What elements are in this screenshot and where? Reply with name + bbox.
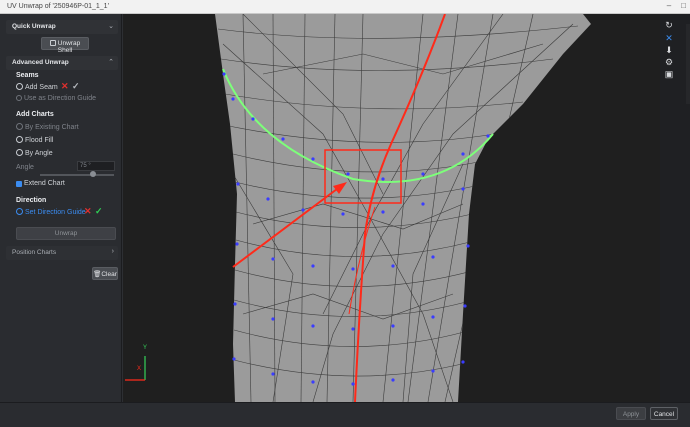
radio-icon: [16, 95, 22, 101]
uv-unwrap-window: UV Unwrap of '250946P-01_1_1' – □ Quick …: [0, 0, 690, 427]
window-title: UV Unwrap of '250946P-01_1_1': [7, 3, 109, 10]
flood-fill-icon: [16, 136, 23, 143]
use-direction-guide-option[interactable]: Use as Direction Guide: [16, 95, 96, 102]
add-charts-title: Add Charts: [16, 111, 54, 118]
angle-label: Angle: [16, 164, 34, 171]
apply-button[interactable]: Apply: [616, 407, 646, 420]
advanced-unwrap-header[interactable]: Advanced Unwrap ⌃: [6, 56, 118, 70]
chevron-down-icon[interactable]: ⌄: [108, 22, 114, 30]
clear-label: Clear: [101, 271, 117, 278]
y-axis-label: Y: [143, 345, 148, 351]
direction-guide-icon: [16, 208, 23, 215]
cancel-seam-icon[interactable]: ✕: [61, 81, 69, 92]
minimize-icon[interactable]: –: [667, 1, 671, 10]
position-charts-title: Position Charts: [12, 249, 57, 256]
cancel-direction-icon[interactable]: ✕: [84, 206, 92, 217]
window-controls: – □: [667, 1, 686, 10]
unwrap-shell-label: Unwrap Shell: [57, 40, 81, 54]
mesh-render: [125, 14, 591, 402]
clear-button[interactable]: 🗑Clear: [92, 267, 118, 280]
unwrap-panel: Quick Unwrap ⌄ Unwrap Shell Advanced Unw…: [0, 14, 122, 427]
chevron-up-icon[interactable]: ⌃: [108, 58, 114, 66]
gear-icon[interactable]: ⚙: [664, 57, 674, 67]
fit-view-icon[interactable]: ✕: [664, 33, 674, 43]
by-angle-tool[interactable]: By Angle: [16, 149, 53, 157]
flood-fill-label: Flood Fill: [25, 137, 54, 144]
shell-icon: [49, 40, 56, 46]
by-existing-chart-tool[interactable]: By Existing Chart: [16, 123, 79, 131]
set-direction-guide-tool[interactable]: Set Direction Guide: [16, 208, 86, 216]
maximize-icon[interactable]: □: [681, 1, 686, 10]
background-panel-fragment: [686, 24, 690, 104]
x-axis-label: X: [137, 366, 142, 372]
chevron-right-icon[interactable]: ›: [112, 248, 114, 255]
angle-icon: [16, 149, 23, 156]
chart-icon: [16, 123, 23, 130]
add-seam-tool[interactable]: Add Seam: [16, 83, 58, 91]
axis-gizmo: [125, 356, 146, 381]
quick-unwrap-header[interactable]: Quick Unwrap ⌄: [6, 20, 118, 34]
quick-unwrap-title: Quick Unwrap: [12, 23, 56, 30]
cancel-button[interactable]: Cancel: [650, 407, 678, 420]
download-icon[interactable]: ⬇: [664, 45, 674, 55]
use-direction-guide-label: Use as Direction Guide: [24, 95, 96, 102]
extend-chart-label: Extend Chart: [24, 180, 65, 187]
seam-tool-icon: [16, 83, 23, 90]
flood-fill-tool[interactable]: Flood Fill: [16, 136, 53, 144]
unwrap-shell-button[interactable]: Unwrap Shell: [41, 37, 89, 54]
uv-3d-viewport[interactable]: Y X: [123, 14, 660, 402]
angle-slider-handle[interactable]: [90, 171, 97, 177]
by-existing-chart-label: By Existing Chart: [25, 124, 79, 131]
extend-chart-checkbox[interactable]: [16, 181, 22, 187]
angle-input[interactable]: 75 °: [77, 161, 115, 171]
angle-slider[interactable]: [40, 174, 114, 176]
set-direction-guide-label: Set Direction Guide: [25, 209, 86, 216]
by-angle-label: By Angle: [25, 150, 53, 157]
camera-icon[interactable]: ▣: [664, 69, 674, 79]
position-charts-header[interactable]: Position Charts ›: [6, 246, 118, 260]
seams-title: Seams: [16, 72, 39, 79]
dialog-footer: Apply Cancel: [0, 402, 690, 427]
confirm-seam-icon[interactable]: ✓: [72, 81, 80, 92]
direction-title: Direction: [16, 197, 47, 204]
title-bar: UV Unwrap of '250946P-01_1_1' – □: [0, 0, 690, 14]
confirm-direction-icon[interactable]: ✓: [95, 206, 103, 217]
add-seam-label: Add Seam: [25, 84, 58, 91]
refresh-icon[interactable]: ↻: [664, 20, 674, 30]
advanced-unwrap-title: Advanced Unwrap: [12, 59, 69, 66]
unwrap-button[interactable]: Unwrap: [16, 227, 116, 240]
